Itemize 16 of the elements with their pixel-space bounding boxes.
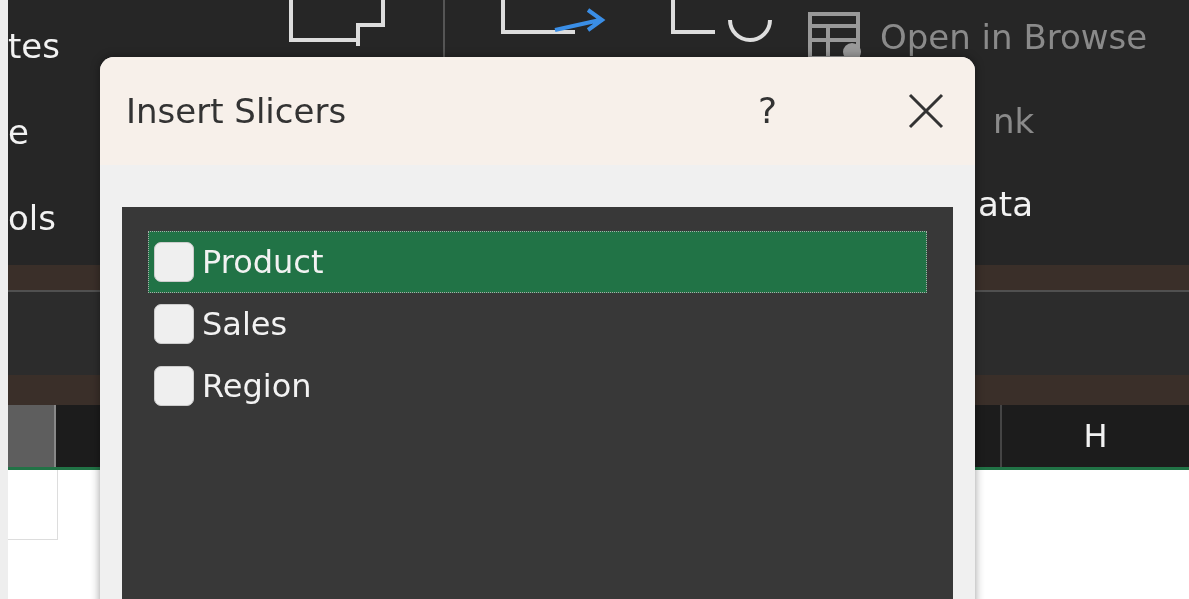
ribbon-label[interactable]: tes [8,22,108,70]
grid-cell[interactable] [8,470,58,540]
field-item[interactable]: Sales [148,293,927,355]
select-all-cell[interactable] [8,405,56,467]
refresh-icon[interactable] [670,0,775,42]
checkbox[interactable] [154,242,194,282]
ribbon-label[interactable]: ata [978,180,1033,228]
ribbon-icon[interactable] [288,0,388,46]
field-item[interactable]: Region [148,355,927,417]
checkbox[interactable] [154,304,194,344]
column-header[interactable]: H [1000,405,1189,467]
help-button[interactable]: ? [757,84,777,138]
checkbox[interactable] [154,366,194,406]
field-item[interactable]: Product [148,231,927,293]
close-icon[interactable] [907,92,945,130]
dialog-title: Insert Slicers [126,89,347,133]
